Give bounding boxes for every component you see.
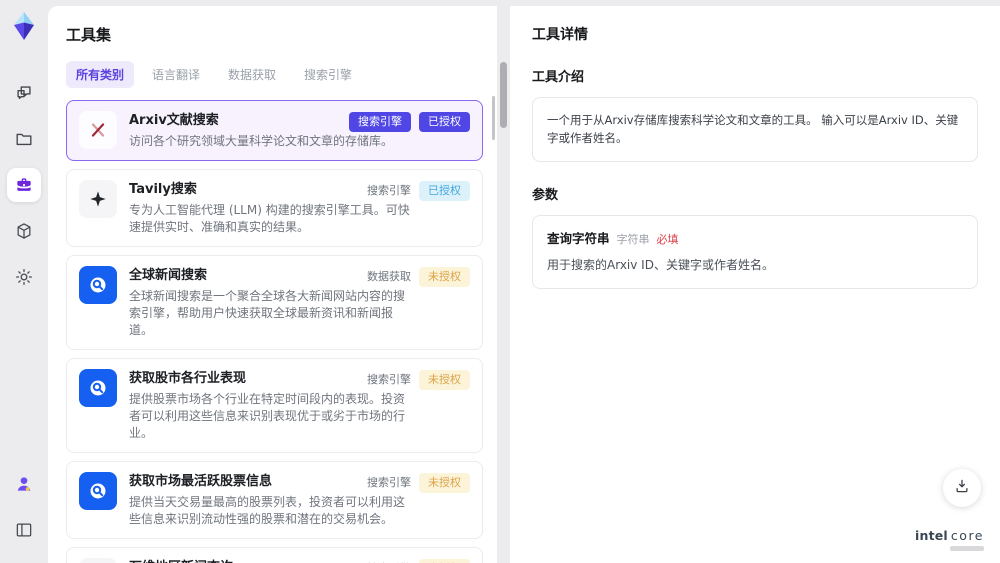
panel-divider xyxy=(497,6,510,563)
param-name: 查询字符串 xyxy=(547,230,610,246)
tool-list: Arxiv文献搜索 访问各个研究领域大量科学论文和文章的存储库。 搜索引擎 已授… xyxy=(66,100,483,563)
divider-scrollbar-thumb[interactable] xyxy=(500,62,507,128)
tool-card[interactable]: Tavily搜索 专为人工智能代理 (LLM) 构建的搜索引擎工具。可快速提供实… xyxy=(66,169,483,247)
page-title: 工具集 xyxy=(66,26,112,44)
tool-detail-panel: 工具详情 工具介绍 一个用于从Arxiv存储库搜索科学论文和文章的工具。 输入可… xyxy=(510,6,1000,563)
tool-description: 提供当天交易量最高的股票列表，投资者可以利用这些信息来识别流动性强的股票和潜在的… xyxy=(129,495,406,526)
app-logo-icon xyxy=(8,10,40,42)
tab-all-categories[interactable]: 所有类别 xyxy=(66,61,135,88)
tool-list-panel: 工具集 所有类别 语言翻译 数据获取 搜索引擎 Arxiv文献搜索 访问各个研究领域大… xyxy=(48,6,497,563)
left-rail xyxy=(0,0,48,563)
params-list: 查询字符串 字符串 必填 用于搜索的Arxiv ID、关键字或作者姓名。 xyxy=(532,214,978,289)
intro-box: 一个用于从Arxiv存储库搜索科学论文和文章的工具。 输入可以是Arxiv ID… xyxy=(532,97,978,162)
auth-status-badge: 未授权 xyxy=(419,559,470,563)
tool-card[interactable]: 万维地区新闻查询 查询具体行政区划内的新闻，快速了解各地新闻动态 搜索引擎 未授… xyxy=(66,547,483,563)
auth-status-badge: 未授权 xyxy=(419,473,470,493)
nav-settings-icon[interactable] xyxy=(7,260,41,294)
auth-status-badge: 已授权 xyxy=(419,112,470,132)
param-description: 用于搜索的Arxiv ID、关键字或作者姓名。 xyxy=(547,257,774,272)
arxiv-icon xyxy=(79,111,117,149)
panel-toggle-icon[interactable] xyxy=(7,513,41,547)
list-scrollbar-thumb[interactable] xyxy=(492,96,495,140)
tool-card[interactable]: 全球新闻搜索 全球新闻搜索是一个聚合全球各大新闻网站内容的搜索引擎，帮助用户快速… xyxy=(66,255,483,350)
tool-card[interactable]: 获取市场最活跃股票信息 提供当天交易量最高的股票列表，投资者可以利用这些信息来识… xyxy=(66,461,483,539)
tool-description: 访问各个研究领域大量科学论文和文章的存储库。 xyxy=(129,134,394,148)
download-button[interactable] xyxy=(943,469,981,507)
params-heading: 参数 xyxy=(532,187,559,203)
tab-search-engine[interactable]: 搜索引擎 xyxy=(294,61,362,88)
detail-title: 工具详情 xyxy=(532,27,588,43)
nav-chat-icon[interactable] xyxy=(7,76,41,110)
tab-language-translation[interactable]: 语言翻译 xyxy=(142,61,210,88)
intel-core-logo: intel core xyxy=(915,528,984,551)
tool-name: 万维地区新闻查询 xyxy=(129,558,405,563)
tool-description: 专为人工智能代理 (LLM) 构建的搜索引擎工具。可快速提供实时、准确和真实的结… xyxy=(129,203,410,234)
tool-card[interactable]: 获取股市各行业表现 提供股票市场各个行业在特定时间段内的表现。投资者可以利用这些… xyxy=(66,358,483,453)
intel-logo-subbar xyxy=(950,546,984,551)
tavily-icon xyxy=(79,180,117,218)
tool-description: 全球新闻搜索是一个聚合全球各大新闻网站内容的搜索引擎，帮助用户快速获取全球最新资… xyxy=(129,289,406,337)
download-icon xyxy=(953,477,971,499)
nav-files-icon[interactable] xyxy=(7,122,41,156)
category-badge: 搜索引擎 xyxy=(367,559,411,563)
category-tabs: 所有类别 语言翻译 数据获取 搜索引擎 xyxy=(66,61,483,88)
param-type: 字符串 xyxy=(616,232,650,246)
auth-status-badge: 已授权 xyxy=(419,181,470,201)
auth-status-badge: 未授权 xyxy=(419,370,470,390)
param-required-flag: 必填 xyxy=(656,232,679,246)
intro-heading: 工具介绍 xyxy=(532,70,585,85)
user-avatar[interactable] xyxy=(7,467,41,501)
tab-data-acquisition[interactable]: 数据获取 xyxy=(218,61,286,88)
category-badge: 搜索引擎 xyxy=(367,184,411,197)
tool-card[interactable]: Arxiv文献搜索 访问各个研究领域大量科学论文和文章的存储库。 搜索引擎 已授… xyxy=(66,100,483,161)
news-icon xyxy=(79,558,117,563)
intel-brand-text: intel xyxy=(915,528,948,543)
tool-description: 提供股票市场各个行业在特定时间段内的表现。投资者可以利用这些信息来识别表现优于或… xyxy=(129,392,406,440)
category-badge: 搜索引擎 xyxy=(349,112,411,132)
auth-status-badge: 未授权 xyxy=(419,267,470,287)
globe-search-icon xyxy=(79,472,117,510)
category-badge: 搜索引擎 xyxy=(367,373,411,386)
category-badge: 数据获取 xyxy=(367,270,411,283)
globe-search-icon xyxy=(79,266,117,304)
category-badge: 搜索引擎 xyxy=(367,476,411,489)
nav-tools-icon[interactable] xyxy=(7,168,41,202)
nav-packages-icon[interactable] xyxy=(7,214,41,248)
globe-search-icon xyxy=(79,369,117,407)
param-box: 查询字符串 字符串 必填 用于搜索的Arxiv ID、关键字或作者姓名。 xyxy=(532,214,978,289)
app-window: 工具集 所有类别 语言翻译 数据获取 搜索引擎 Arxiv文献搜索 访问各个研究领域大… xyxy=(0,0,1000,563)
core-brand-text: core xyxy=(950,528,984,543)
